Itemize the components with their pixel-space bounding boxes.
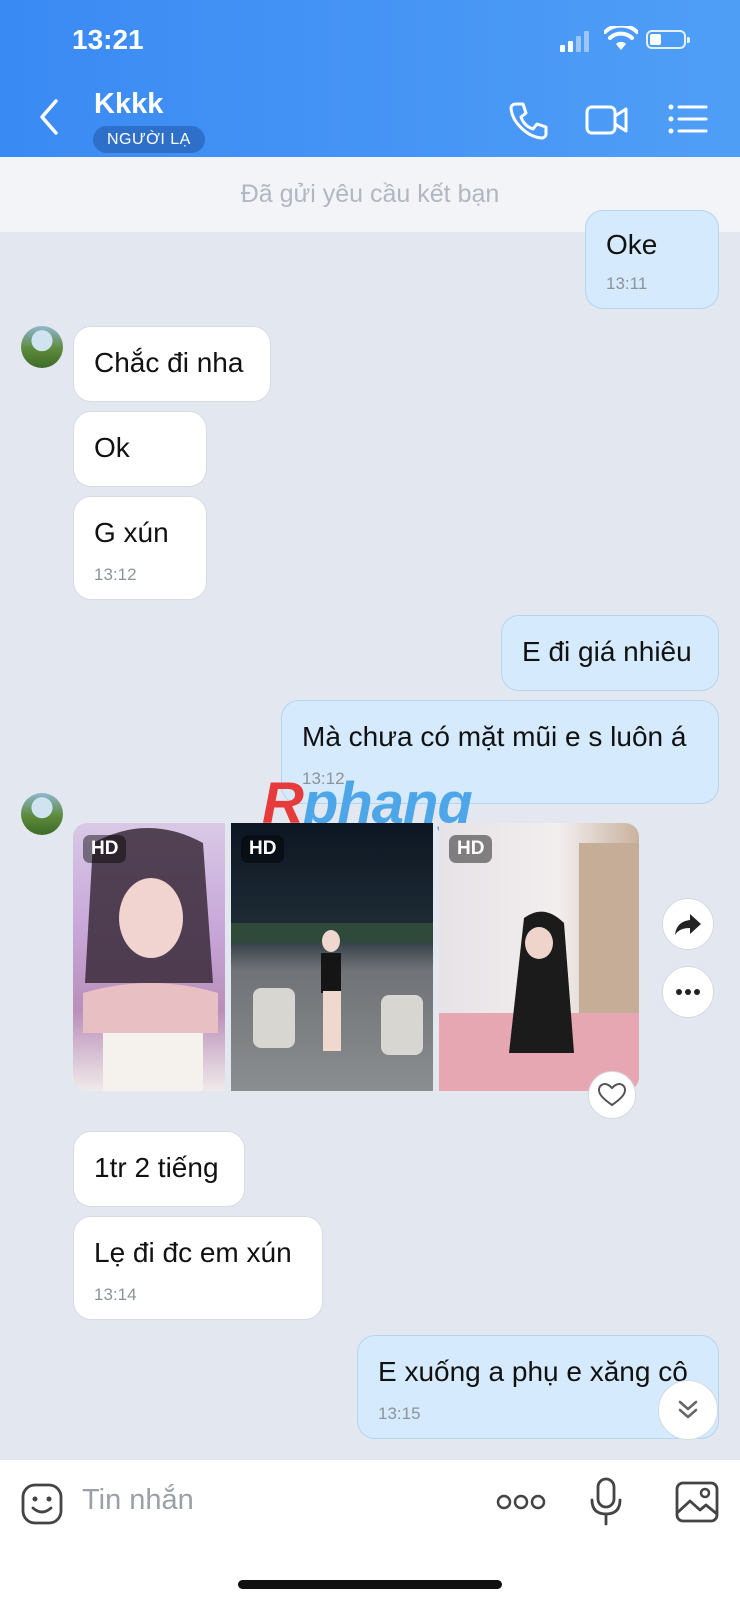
message-time: 13:14 [94,1285,137,1304]
share-arrow-icon [675,914,701,935]
more-options-button[interactable] [662,966,714,1018]
message-text: E đi giá nhiêu [522,636,692,667]
more-dots-icon [676,989,700,995]
incoming-message[interactable]: Lẹ đi đc em xún 13:14 [73,1216,323,1320]
message-text: G xún [94,517,169,548]
photo-image [439,843,639,1091]
scroll-to-bottom-button[interactable] [658,1380,718,1440]
photo-image [83,828,218,1091]
more-actions-icon[interactable] [496,1490,546,1514]
incoming-message[interactable]: 1tr 2 tiếng [73,1131,245,1207]
wifi-icon [604,26,638,50]
message-text: Ok [94,432,130,463]
message-text: Oke [606,229,658,260]
heart-icon [597,1082,627,1107]
hd-label: HD [83,835,127,863]
chat-screen: 13:21 Kkkk NGƯỜI LẠ Đã gửi yêu cầu kết b… [0,0,740,1600]
forward-button[interactable] [662,898,714,950]
react-heart-button[interactable] [588,1071,636,1119]
message-time: 13:11 [606,274,648,293]
message-text: Chắc đi nha [94,347,244,378]
microphone-icon[interactable] [588,1476,624,1528]
photo-thumbnail[interactable]: HD [73,823,225,1091]
outgoing-message[interactable]: Oke 13:11 [585,210,719,309]
double-chevron-down-icon [678,1400,698,1419]
cellular-signal-icon [560,30,590,52]
emoji-sticker-icon[interactable] [20,1482,64,1526]
message-input-bar: Tin nhắn [0,1459,740,1600]
home-indicator [238,1580,502,1589]
contact-avatar[interactable] [21,326,63,368]
stranger-badge: NGƯỜI LẠ [93,126,205,153]
phone-call-icon[interactable] [506,97,552,143]
photo-image [231,923,433,1055]
battery-icon [646,30,690,49]
hd-label: HD [241,835,285,863]
message-text: Mà chưa có mặt mũi e s luôn á [302,721,687,752]
incoming-message[interactable]: Ok [73,411,207,487]
photo-thumbnail[interactable]: HD [231,823,433,1091]
incoming-message[interactable]: G xún 13:12 [73,496,207,600]
back-chevron-icon[interactable] [30,95,70,143]
message-time: 13:15 [378,1404,421,1423]
photo-thumbnail[interactable]: HD [439,823,639,1091]
message-text: Lẹ đi đc em xún [94,1237,292,1268]
incoming-message[interactable]: Chắc đi nha [73,326,271,402]
message-text: E xuống a phụ e xăng cô [378,1356,688,1387]
video-call-icon[interactable] [584,97,630,143]
message-time: 13:12 [94,565,137,584]
outgoing-message[interactable]: E đi giá nhiêu [501,615,719,691]
contact-name[interactable]: Kkkk [94,88,163,121]
image-gallery-icon[interactable] [674,1480,720,1524]
message-text: 1tr 2 tiếng [94,1152,219,1183]
hd-label: HD [449,835,493,863]
message-input[interactable]: Tin nhắn [82,1484,194,1517]
menu-list-icon[interactable] [666,97,712,143]
contact-avatar[interactable] [21,793,63,835]
status-time: 13:21 [72,24,144,55]
chat-header: 13:21 Kkkk NGƯỜI LẠ [0,0,740,157]
